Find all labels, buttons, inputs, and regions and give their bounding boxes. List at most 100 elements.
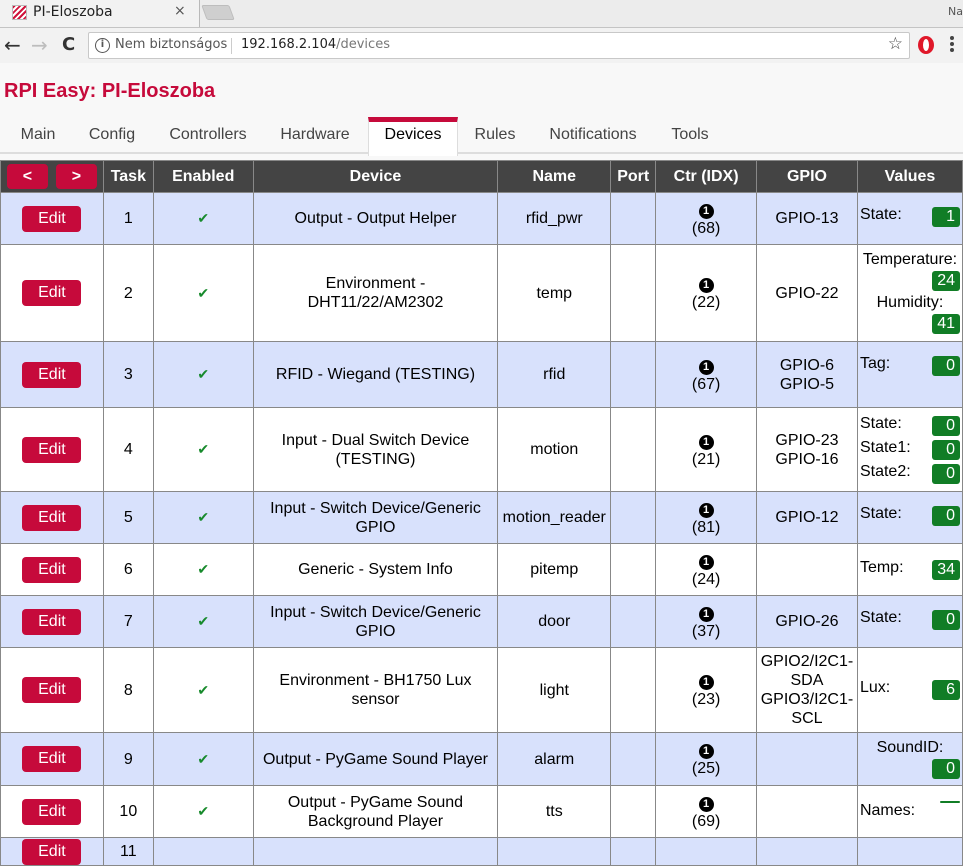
value-badge: 6: [932, 680, 960, 700]
ctr-idx-cell: 1 (24): [655, 543, 757, 596]
values-cell: State: 0: [856, 491, 963, 544]
menu-controllers[interactable]: Controllers: [160, 117, 256, 154]
close-tab-icon[interactable]: ×: [174, 3, 186, 19]
ctr-idx-cell: 1 (21): [655, 407, 757, 492]
edit-button[interactable]: Edit: [22, 838, 82, 865]
adblock-extension-icon[interactable]: [918, 36, 934, 54]
menu-notifications[interactable]: Notifications: [540, 117, 646, 154]
forward-icon[interactable]: →: [31, 33, 48, 57]
gpio-pin: GPIO-6: [779, 356, 835, 374]
edit-button[interactable]: Edit: [22, 677, 82, 703]
header-device: Device: [252, 160, 499, 193]
menu-config[interactable]: Config: [80, 117, 144, 154]
prev-page-button[interactable]: <: [6, 164, 48, 189]
edit-button[interactable]: Edit: [22, 556, 82, 583]
ctr-idx-cell: 1 (81): [655, 491, 757, 544]
values-cell: SoundID: 0: [856, 732, 963, 786]
url-path: /devices: [336, 37, 390, 52]
menu-main[interactable]: Main: [10, 117, 66, 154]
controller-number-icon: 1: [698, 203, 714, 219]
value-badge: 0: [932, 415, 960, 436]
security-label[interactable]: Nem biztonságos: [115, 37, 227, 52]
controller-number-icon: 1: [698, 359, 714, 375]
ctr-idx-cell: 1 (23): [655, 647, 757, 733]
menu-rules[interactable]: Rules: [466, 117, 524, 154]
task-number: 7: [102, 595, 154, 648]
gpio-cell: GPIO-6 GPIO-5: [755, 341, 858, 408]
port-cell: [610, 491, 657, 544]
task-number: 9: [102, 732, 154, 786]
device-name: motion: [497, 407, 612, 492]
edit-button[interactable]: Edit: [22, 746, 82, 772]
device-type: Environment - DHT11/22/AM2302: [252, 244, 499, 342]
edit-button[interactable]: Edit: [22, 361, 82, 388]
ctr-idx-cell: 1 (25): [655, 732, 757, 786]
edit-button[interactable]: Edit: [22, 205, 82, 232]
info-icon[interactable]: i: [95, 38, 110, 53]
device-type: Input - Dual Switch Device (TESTING): [252, 407, 499, 492]
gpio-pin: GPIO-23: [775, 431, 839, 449]
device-name: alarm: [497, 732, 612, 786]
value-badge: 0: [932, 463, 960, 484]
table-row: Edit 6 ✔ Generic - System Info pitemp 1 (24) Te…: [0, 543, 963, 596]
edit-button[interactable]: Edit: [22, 608, 82, 635]
device-type: Output - Output Helper: [252, 192, 499, 245]
task-number: 4: [102, 407, 154, 492]
bookmark-star-icon[interactable]: ☆: [888, 34, 903, 54]
browser-menu-icon[interactable]: [950, 34, 954, 54]
controller-number-icon: 1: [698, 502, 714, 518]
profile-name[interactable]: Na: [948, 5, 963, 18]
menu-devices[interactable]: Devices: [368, 117, 458, 156]
back-icon[interactable]: ←: [4, 33, 21, 57]
device-name: rfid_pwr: [497, 192, 612, 245]
port-cell: [610, 543, 657, 596]
check-icon: ✔: [197, 441, 210, 457]
gpio-cell: GPIO-22: [755, 244, 858, 342]
device-type: Input - Switch Device/Generic GPIO: [252, 595, 499, 648]
value-badge: [940, 801, 960, 803]
device-type: Input - Switch Device/Generic GPIO: [252, 491, 499, 544]
value-label: Tag:: [859, 355, 891, 372]
main-menu: Main Config Controllers Hardware Devices…: [0, 117, 963, 156]
edit-button[interactable]: Edit: [22, 798, 82, 825]
edit-cell: Edit: [0, 192, 104, 245]
port-cell: [610, 341, 657, 408]
ctr-idx-value: (81): [691, 518, 721, 536]
ctr-idx-value: (24): [691, 570, 721, 588]
value-badge: 24: [932, 271, 960, 291]
task-number: 3: [102, 341, 154, 408]
edit-button[interactable]: Edit: [22, 436, 82, 463]
device-type: Output - PyGame Sound Background Player: [252, 785, 499, 838]
gpio-pin: GPIO3/I2C1-SCL: [760, 691, 854, 727]
menu-hardware[interactable]: Hardware: [270, 117, 360, 154]
favicon-icon: [12, 5, 27, 20]
pager-cell: < >: [0, 160, 104, 193]
edit-cell: Edit: [0, 732, 104, 786]
value-entry: Lux: 6: [860, 678, 960, 700]
value-label: Temp:: [859, 558, 904, 576]
value-label: State:: [859, 609, 902, 626]
table-row: Edit 1 ✔ Output - Output Helper rfid_pwr 1 (68…: [0, 192, 963, 245]
browser-tab[interactable]: PI-Eloszoba ×: [0, 0, 200, 27]
check-icon: ✔: [197, 681, 210, 698]
value-label: State2:: [859, 462, 911, 480]
reload-icon[interactable]: C: [62, 34, 75, 55]
table-row: Edit 9 ✔ Output - PyGame Sound Player alarm 1…: [0, 732, 963, 786]
table-row: Edit 10 ✔ Output - PyGame Sound Background …: [0, 785, 963, 838]
edit-button[interactable]: Edit: [22, 504, 82, 531]
ctr-idx-cell: 1 (69): [655, 785, 757, 838]
controller-number-icon: 1: [698, 675, 714, 690]
header-enabled: Enabled: [152, 160, 254, 193]
values-cell: Temp: 34: [856, 543, 963, 596]
next-page-button[interactable]: >: [55, 164, 97, 189]
new-tab-button[interactable]: [201, 5, 235, 20]
edit-button[interactable]: Edit: [22, 280, 82, 306]
port-cell: [610, 244, 657, 342]
device-name: motion_reader: [497, 491, 612, 544]
device-type: Environment - BH1750 Lux sensor: [252, 647, 499, 733]
controller-number-icon: 1: [698, 796, 714, 812]
value-label: State:: [859, 505, 902, 522]
url-text[interactable]: 192.168.2.104/devices: [241, 37, 390, 52]
menu-tools[interactable]: Tools: [662, 117, 718, 154]
address-bar[interactable]: i Nem biztonságos 192.168.2.104/devices …: [88, 32, 910, 59]
